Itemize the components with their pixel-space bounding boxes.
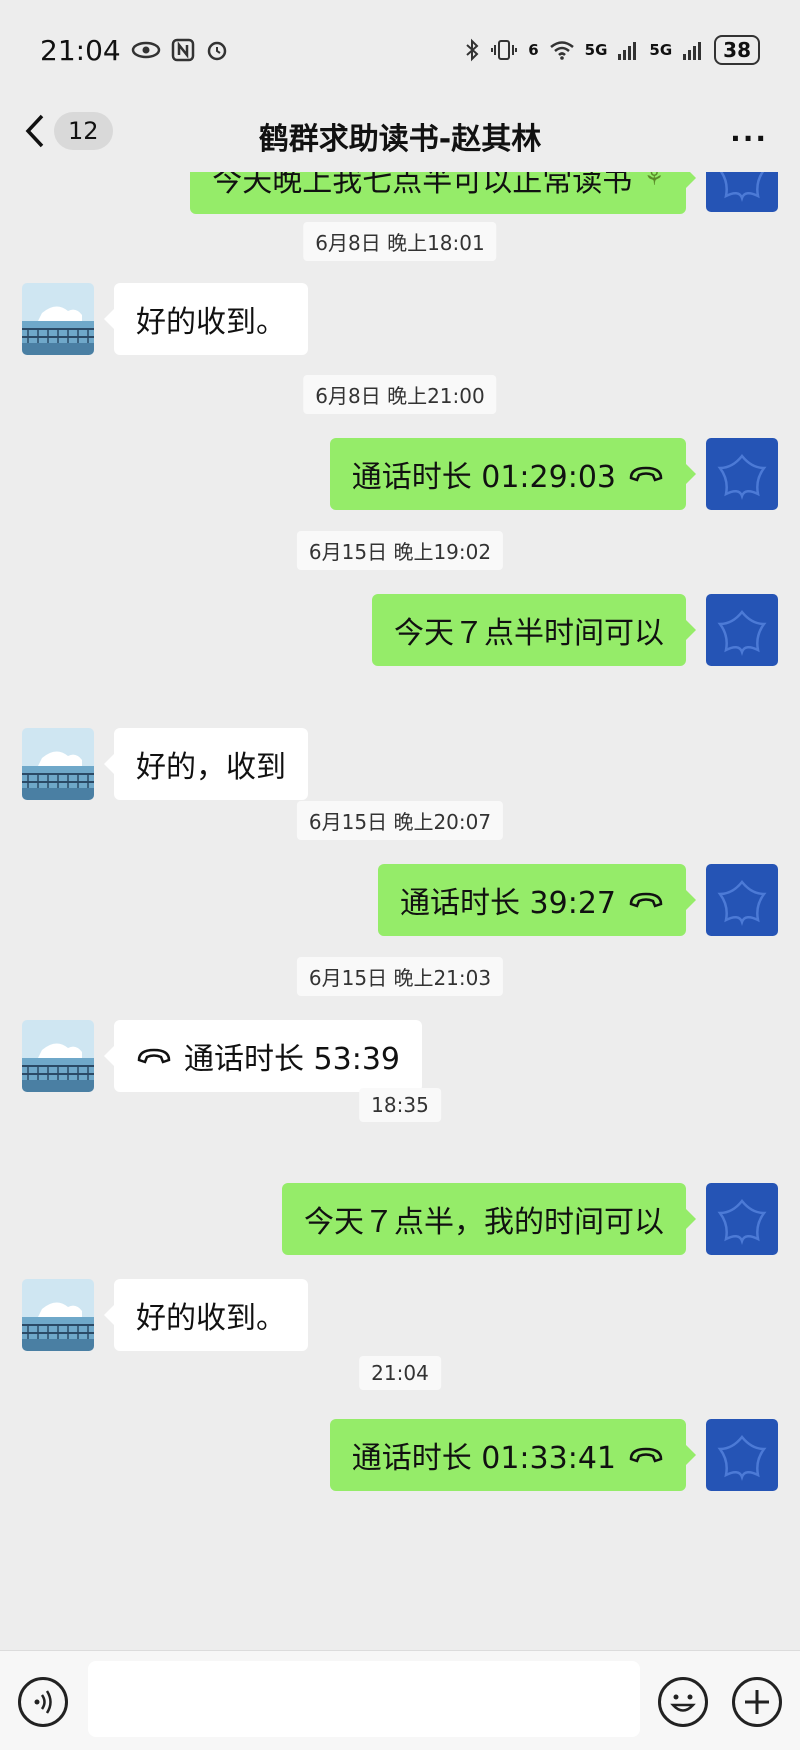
- contact-avatar[interactable]: [22, 728, 94, 800]
- message-text: 通话时长 01:29:03: [351, 460, 616, 495]
- timestamp: 21:04: [359, 1356, 441, 1390]
- message-text: 通话时长 01:33:41: [351, 1441, 616, 1476]
- emoji-icon: [670, 1694, 696, 1712]
- status-left: 21:04: [40, 34, 229, 67]
- sprout-icon: ⚘: [644, 172, 664, 191]
- plus-icon: [745, 1690, 769, 1714]
- phone-hangup-icon: [629, 1447, 663, 1463]
- chevron-left-icon: [25, 114, 44, 148]
- message-text: 今天７点半，我的时间可以: [304, 1205, 664, 1240]
- timestamp: 18:35: [359, 1088, 441, 1122]
- own-avatar[interactable]: [706, 1419, 778, 1491]
- call-record-bubble-incoming[interactable]: 通话时长 53:39: [104, 1020, 422, 1092]
- message-input[interactable]: [88, 1661, 640, 1737]
- phone-hangup-icon: [629, 892, 663, 908]
- message-text: 今天晚上我七点半可以正常读书: [212, 172, 633, 199]
- chat-title: 鹤群求助读书-赵其林: [258, 122, 542, 157]
- network-label-1: 5G: [584, 41, 608, 59]
- message-text: 好的收到。: [136, 1301, 286, 1336]
- vibrate-icon: [491, 40, 518, 60]
- contact-avatar[interactable]: [22, 1020, 94, 1092]
- emoji-button[interactable]: [658, 1677, 708, 1727]
- own-avatar[interactable]: [706, 172, 778, 212]
- more-functions-button[interactable]: [732, 1677, 782, 1727]
- more-dots-icon: ···: [730, 122, 768, 155]
- call-record-bubble-outgoing[interactable]: 通话时长 39:27: [378, 864, 696, 936]
- message-text: 通话时长 39:27: [400, 886, 616, 921]
- network-label-2: 5G: [649, 41, 673, 59]
- signal-icon-2: [683, 42, 702, 60]
- timestamp: 6月15日 晚上20:07: [296, 801, 504, 840]
- message-bubble-incoming[interactable]: 好的收到。: [104, 283, 308, 355]
- nfc-icon: [171, 38, 194, 62]
- contact-avatar[interactable]: [22, 1279, 94, 1351]
- battery-indicator: 38: [714, 35, 760, 65]
- status-bar: 21:04 6 5G 5G 38: [0, 0, 800, 100]
- own-avatar[interactable]: [706, 864, 778, 936]
- alarm-icon: [207, 41, 226, 61]
- voice-input-button[interactable]: [18, 1677, 68, 1727]
- timestamp: 6月15日 晚上21:03: [296, 957, 504, 996]
- signal-icon-1: [618, 42, 637, 60]
- phone-hangup-icon: [629, 466, 663, 482]
- call-record-bubble-outgoing[interactable]: 通话时长 01:33:41: [329, 1419, 697, 1491]
- message-bubble-outgoing[interactable]: 今天晚上我七点半可以正常读书 ⚘: [190, 172, 696, 214]
- contact-avatar[interactable]: [22, 283, 94, 355]
- message-text: 今天７点半时间可以: [394, 616, 664, 651]
- clock: 21:04: [40, 33, 121, 67]
- timestamp: 6月15日 晚上19:02: [296, 531, 504, 570]
- voice-icon: [34, 1690, 52, 1714]
- message-text: 好的收到。: [136, 305, 286, 340]
- own-avatar[interactable]: [706, 594, 778, 666]
- back-button[interactable]: 12: [24, 112, 113, 150]
- call-record-bubble-outgoing[interactable]: 通话时长 01:29:03: [329, 438, 697, 510]
- bluetooth-icon: [466, 38, 479, 62]
- timestamp: 6月8日 晚上21:00: [303, 375, 497, 414]
- eye-icon: [131, 41, 160, 59]
- own-avatar[interactable]: [706, 1183, 778, 1255]
- message-bubble-outgoing[interactable]: 今天７点半，我的时间可以: [282, 1183, 696, 1255]
- own-avatar[interactable]: [706, 438, 778, 510]
- unread-count-badge: 12: [54, 112, 113, 150]
- phone-hangup-icon: [137, 1048, 171, 1064]
- wifi-icon: [549, 41, 574, 60]
- chat-history[interactable]: 今天晚上我七点半可以正常读书 ⚘ 6月8日 晚上18:01 好的收到。 6月8日…: [0, 172, 800, 1650]
- input-bar: [0, 1650, 800, 1750]
- message-text: 好的，收到: [136, 750, 286, 785]
- chat-header: 12 鹤群求助读书-赵其林 ···: [0, 100, 800, 172]
- message-bubble-incoming[interactable]: 好的收到。: [104, 1279, 308, 1351]
- message-text: 通话时长 53:39: [184, 1042, 400, 1077]
- message-bubble-outgoing[interactable]: 今天７点半时间可以: [372, 594, 696, 666]
- wifi-label: 6: [528, 41, 539, 59]
- more-button[interactable]: ···: [730, 122, 768, 155]
- message-bubble-incoming[interactable]: 好的，收到: [104, 728, 308, 800]
- status-right: 6 5G 5G 38: [464, 35, 760, 65]
- timestamp: 6月8日 晚上18:01: [303, 222, 497, 261]
